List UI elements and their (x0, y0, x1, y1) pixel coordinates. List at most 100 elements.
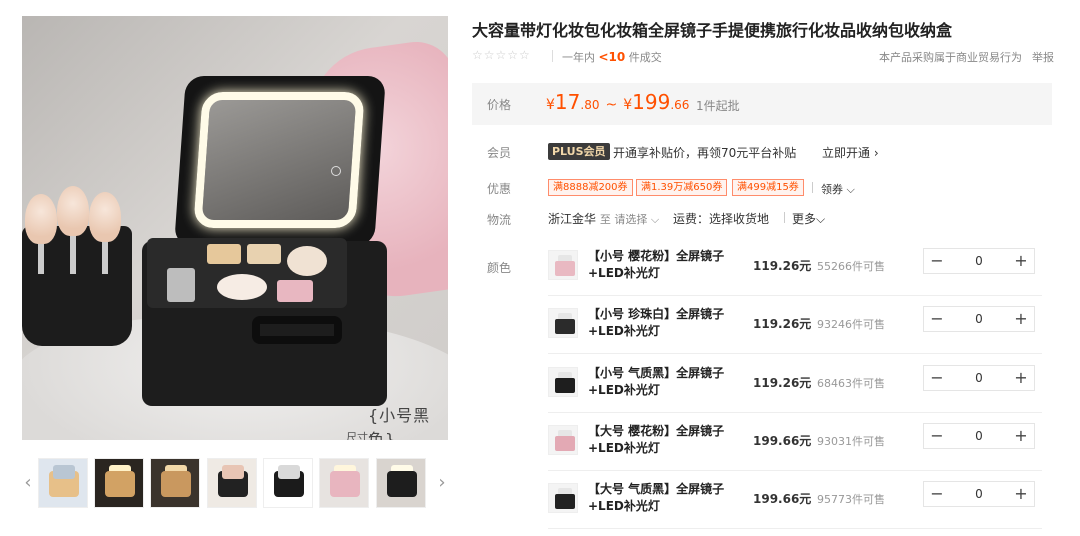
minus-button[interactable]: − (924, 249, 950, 273)
product-item (217, 274, 267, 300)
coupon-tag[interactable]: 满1.39万减650券 (636, 179, 728, 196)
thumbnail[interactable] (263, 458, 313, 508)
quantity-stepper: − 0 + (923, 365, 1035, 391)
divider (812, 182, 813, 193)
led-mirror (193, 92, 365, 228)
thumbnail[interactable] (207, 458, 257, 508)
case-tray (147, 238, 347, 308)
currency-symbol: ¥ (623, 97, 633, 113)
product-page: {小号黑色} 尺寸：26*23*11cm ‹ › 大容量带灯化妆包化妆箱全屏镜子… (0, 0, 1080, 536)
brush (57, 186, 89, 274)
minus-button[interactable]: − (924, 482, 950, 506)
price-label: 价格 (487, 98, 512, 112)
quantity-input[interactable]: 0 (950, 482, 1008, 506)
sku-thumbnail[interactable] (548, 483, 578, 513)
sku-price: 119.26元 (753, 259, 812, 273)
chevron-left-icon[interactable]: ‹ (22, 472, 34, 493)
shipping-fee[interactable]: 运费：选择收货地 (673, 210, 769, 227)
sku-thumbnail[interactable] (548, 425, 578, 455)
plus-button[interactable]: + (1008, 307, 1034, 331)
thumbnail[interactable] (150, 458, 200, 508)
sku-name: 【大号 樱花粉】全屏镜子+LED补光灯 (588, 424, 725, 455)
ship-from: 浙江金华 至 请选择 ⌵ (548, 210, 659, 227)
sku-stock: 93246件可售 (817, 318, 885, 331)
sku-price: 119.26元 (753, 317, 812, 331)
get-coupon-button[interactable]: 领券 ⌵ (821, 181, 855, 197)
price-low-dec: .80 (580, 98, 600, 112)
quantity-input[interactable]: 0 (950, 366, 1008, 390)
color-label: 颜色 (487, 261, 512, 275)
member-benefit-text: 开通享补贴价，再领70元平台补贴 (613, 146, 797, 160)
report-link[interactable]: 举报 (1032, 49, 1054, 65)
quantity-input[interactable]: 0 (950, 307, 1008, 331)
quantity-input[interactable]: 0 (950, 424, 1008, 448)
sales-count: <10 (598, 50, 626, 64)
plus-button[interactable]: + (1008, 424, 1034, 448)
sku-name: 【小号 气质黑】全屏镜子+LED补光灯 (588, 366, 725, 397)
rating-stars-icon: ☆☆☆☆☆ (472, 48, 531, 62)
product-item (287, 246, 327, 276)
sales-summary: 一年内 <10 件成交 (562, 49, 662, 65)
sku-row: 【小号 珍珠白】全屏镜子+LED补光灯 119.26元 93246件可售 − 0… (548, 296, 1042, 354)
case-handle (252, 316, 342, 344)
currency-symbol: ¥ (546, 97, 555, 113)
chevron-right-icon[interactable]: › (436, 472, 448, 493)
plus-button[interactable]: + (1008, 482, 1034, 506)
sku-row: 【大号 樱花粉】全屏镜子+LED补光灯 199.66元 93031件可售 − 0… (548, 413, 1042, 471)
product-meta: ☆☆☆☆☆ 一年内 <10 件成交 本产品采购属于商业贸易行为 举报 (472, 48, 1054, 66)
divider (784, 212, 785, 223)
thumbnail[interactable] (94, 458, 144, 508)
price-low-int: 17 (554, 90, 581, 114)
sku-price: 119.26元 (753, 376, 812, 390)
discount-label: 优惠 (487, 182, 512, 196)
sku-row: 【小号 樱花粉】全屏镜子+LED补光灯 119.26元 55266件可售 − 0… (548, 238, 1042, 296)
price-tilde: ~ (605, 97, 618, 113)
sku-price: 199.66元 (753, 434, 812, 448)
product-item (277, 280, 313, 302)
product-item (207, 244, 241, 264)
sku-stock: 55266件可售 (817, 260, 885, 273)
price-high-dec: .66 (670, 98, 690, 112)
sku-stock: 95773件可售 (817, 493, 885, 506)
price-box: 价格 ¥17.80 ~ ¥199.66 1件起批 (472, 83, 1052, 125)
coupon-tag[interactable]: 满8888减200券 (548, 179, 633, 196)
quantity-stepper: − 0 + (923, 306, 1035, 332)
sku-thumbnail[interactable] (548, 308, 578, 338)
trade-note: 本产品采购属于商业贸易行为 (879, 51, 1022, 64)
year-label: 一年内 (562, 51, 595, 64)
image-size-caption: 尺寸：26*23*11cm (346, 431, 379, 440)
brush (89, 192, 121, 274)
product-item (247, 244, 281, 264)
product-title: 大容量带灯化妆包化妆箱全屏镜子手提便携旅行化妆品收纳包收纳盒 (472, 21, 953, 40)
more-logistics-button[interactable]: 更多⌵ (792, 210, 825, 227)
coupon-tag[interactable]: 满499减15券 (732, 179, 804, 196)
plus-button[interactable]: + (1008, 249, 1034, 273)
sku-stock: 93031件可售 (817, 435, 885, 448)
quantity-input[interactable]: 0 (950, 249, 1008, 273)
minus-button[interactable]: − (924, 366, 950, 390)
sku-name: 【小号 樱花粉】全屏镜子+LED补光灯 (588, 249, 725, 280)
min-order: 1件起批 (696, 99, 740, 113)
open-membership-link[interactable]: 立即开通 › (822, 144, 879, 161)
main-product-image[interactable]: {小号黑色} 尺寸：26*23*11cm (22, 16, 448, 440)
plus-member-badge: PLUS会员 (548, 143, 610, 160)
sku-thumbnail[interactable] (548, 367, 578, 397)
thumbnail[interactable] (376, 458, 426, 508)
sku-thumbnail[interactable] (548, 250, 578, 280)
plus-button[interactable]: + (1008, 366, 1034, 390)
minus-button[interactable]: − (924, 307, 950, 331)
sku-name: 【小号 珍珠白】全屏镜子+LED补光灯 (588, 307, 725, 338)
ship-origin: 浙江金华 (548, 212, 597, 226)
brush (25, 194, 57, 274)
thumbnail[interactable] (38, 458, 88, 508)
divider (552, 50, 553, 62)
sku-row: 【小号 气质黑】全屏镜子+LED补光灯 119.26元 68463件可售 − 0… (548, 355, 1042, 413)
price-high-int: 199 (632, 90, 671, 114)
product-item (167, 268, 195, 302)
price-range: ¥17.80 ~ ¥199.66 (546, 90, 689, 114)
thumbnail[interactable] (319, 458, 369, 508)
minus-button[interactable]: − (924, 424, 950, 448)
destination-select[interactable]: 至 请选择 ⌵ (600, 213, 659, 226)
sku-price: 199.66元 (753, 492, 812, 506)
quantity-stepper: − 0 + (923, 481, 1035, 507)
